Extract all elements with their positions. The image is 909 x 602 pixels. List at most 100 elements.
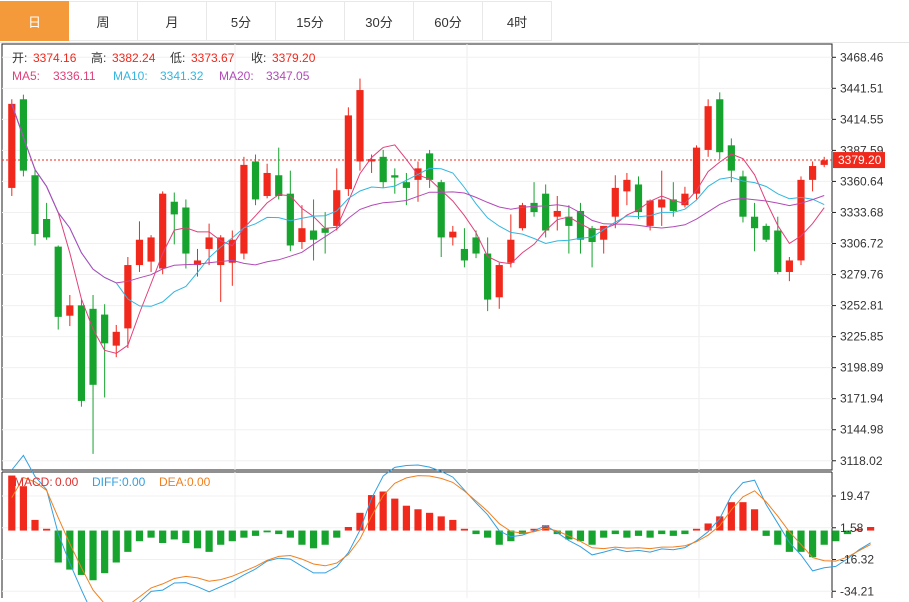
high-label: 高: [91,50,106,65]
ytick-label-6: 3306.72 [840,237,884,251]
candle-body-25 [298,228,306,243]
dea-label: DEA: [159,475,187,489]
ytick-label-11: 3171.94 [840,392,884,406]
current-price-badge: 3379.20 [833,152,885,169]
macd-bar-65 [762,530,770,536]
candle-body-69 [808,166,817,180]
macd-ytick-label-2: -16.32 [840,553,874,567]
candle-body-15 [182,207,190,254]
macd-bar-1 [19,486,28,531]
macd-value: 0.00 [55,475,79,489]
candle-body-22 [263,172,271,196]
candle-body-5 [66,305,74,316]
macd-bar-55 [646,530,654,538]
open-value: 3374.16 [33,51,77,65]
macd-bar-59 [692,528,701,531]
candle-body-63 [739,176,747,217]
candle-body-19 [228,239,236,263]
macd-bar-66 [774,530,782,545]
candle-body-65 [762,225,770,240]
ma10-line [11,103,825,307]
macd-bar-54 [634,530,643,536]
ytick-label-0: 3468.46 [840,50,884,64]
ytick-label-2: 3414.55 [840,112,884,126]
macd-bar-29 [344,527,352,531]
candle-body-26 [309,230,318,240]
candle-body-70 [820,160,828,165]
low-label: 低: [170,51,185,65]
macd-bar-22 [263,530,271,533]
macd-bar-58 [681,530,689,535]
candle-body-36 [426,153,434,180]
candle-body-23 [275,175,283,196]
kline-chart: 3468.463441.513414.553387.593360.643333.… [1,43,885,602]
candle-body-61 [716,99,724,153]
candle-body-53 [623,179,631,192]
ytick-label-9: 3225.85 [840,330,884,344]
macd-bar-28 [333,530,341,538]
candle-body-38 [449,231,457,238]
candle-body-64 [750,216,759,229]
candle-body-0 [8,103,16,188]
candle-body-12 [147,237,155,262]
candle-body-60 [704,106,712,150]
ytick-label-8: 3252.81 [840,299,884,313]
macd-bar-56 [658,530,666,535]
candle-body-39 [460,248,469,261]
low-value: 3373.67 [191,51,235,65]
ytick-label-5: 3333.68 [840,205,884,219]
macd-bar-24 [286,530,294,538]
dea-value: 0.00 [187,475,211,489]
candle-body-8 [101,314,109,344]
candle-body-14 [170,201,178,215]
candle-body-3 [43,219,51,238]
macd-bar-26 [309,530,318,549]
macd-bar-74 [867,527,875,531]
macd-bar-18 [217,530,225,545]
macd-bar-42 [495,530,503,545]
macd-bar-27 [321,530,329,545]
ma10-value: 3341.32 [160,69,204,83]
candle-body-46 [542,193,550,231]
macd-bar-64 [750,509,759,531]
candle-body-13 [159,193,167,269]
macd-bar-10 [124,530,132,552]
ma5-label: MA5: [12,69,40,83]
high-value: 3382.24 [112,51,156,65]
macd-bar-12 [147,530,155,538]
macd-bar-69 [808,530,817,558]
ytick-label-10: 3198.89 [840,361,884,375]
candle-body-11 [135,239,144,266]
candle-body-32 [379,156,387,183]
candle-body-44 [518,205,527,229]
macd-bar-23 [275,530,283,535]
macd-bar-34 [402,505,410,531]
ytick-label-1: 3441.51 [840,81,884,95]
macd-bar-63 [739,502,747,531]
macd-bar-16 [193,530,202,549]
macd-ytick-label-0: 19.47 [840,489,870,503]
macd-bar-20 [240,530,248,538]
candle-body-4 [54,246,62,317]
macd-bar-35 [414,509,422,531]
close-label: 收: [251,51,266,65]
macd-bar-8 [101,530,109,574]
macd-bar-25 [298,530,306,545]
macd-ytick-label-1: 1.58 [840,521,864,535]
macd-bar-15 [182,530,190,543]
macd-bar-40 [472,530,480,535]
current-price-text: 3379.20 [838,153,882,167]
macd-bar-13 [159,530,167,543]
macd-bar-57 [669,530,677,536]
macd-bar-17 [205,530,213,552]
macd-bar-71 [832,530,840,542]
candle-body-41 [484,253,492,300]
ytick-label-7: 3279.76 [840,268,884,282]
candle-body-21 [251,161,260,200]
macd-bar-2 [31,519,39,531]
macd-bar-11 [135,530,144,542]
candle-body-45 [530,202,538,213]
diff-label: DIFF: [92,475,122,489]
macd-bar-7 [89,530,97,581]
candle-body-52 [611,187,619,217]
